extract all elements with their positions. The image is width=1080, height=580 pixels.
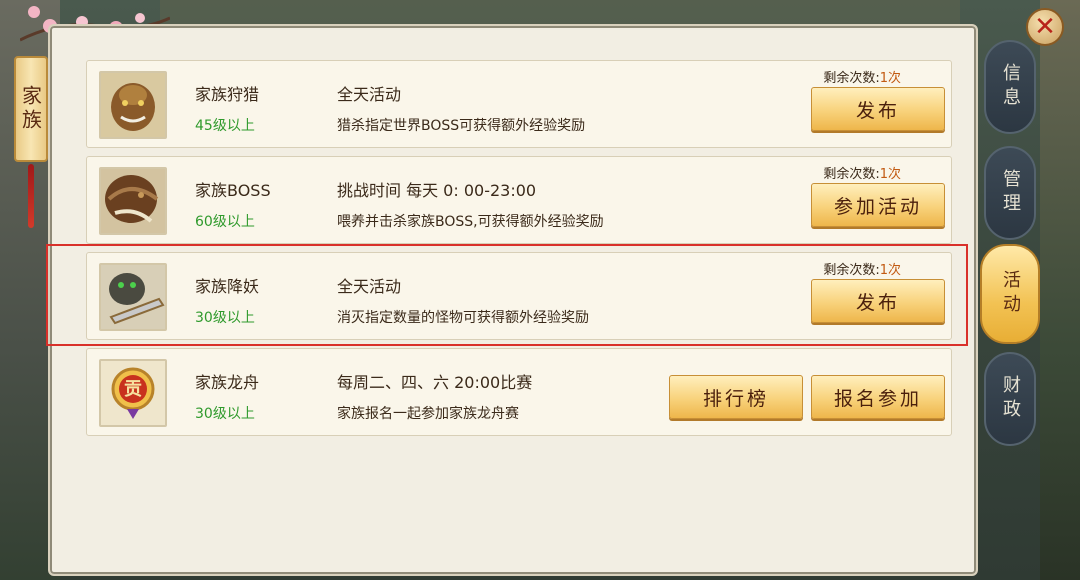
activity-row-boss: 家族BOSS 60级以上 挑战时间 每天 0: 00-23:00 喂养并击杀家族…	[86, 156, 952, 244]
tab-label: 活动	[1000, 270, 1021, 318]
family-tab-label: 家族	[18, 85, 43, 133]
tassel-decoration	[28, 164, 34, 228]
remaining-label: 剩余次数:	[823, 71, 880, 86]
remaining-count: 剩余次数:1次	[823, 163, 901, 182]
monster-portrait-icon	[99, 71, 167, 139]
activity-name: 家族狩猎	[195, 85, 260, 104]
close-button[interactable]: ✕	[1026, 8, 1064, 46]
activity-time: 挑战时间 每天 0: 00-23:00	[337, 181, 537, 200]
background-right-scenery	[1040, 0, 1080, 580]
publish-button[interactable]: 发布	[811, 87, 945, 131]
activity-description: 喂养并击杀家族BOSS,可获得额外经验奖励	[337, 214, 604, 230]
tab-manage[interactable]: 管理	[984, 146, 1036, 240]
activity-description: 猎杀指定世界BOSS可获得额外经验奖励	[337, 118, 586, 134]
join-activity-button[interactable]: 参加活动	[811, 183, 945, 227]
activity-row-dragon-boat: 贡 家族龙舟 30级以上 每周二、四、六 20:00比赛 家族报名一起参加家族龙…	[86, 348, 952, 436]
activity-time: 每周二、四、六 20:00比赛	[337, 373, 533, 392]
tab-label: 信息	[1000, 63, 1021, 111]
badge-text: 贡	[124, 379, 142, 400]
signup-button[interactable]: 报名参加	[811, 375, 945, 419]
tab-info[interactable]: 信息	[984, 40, 1036, 134]
side-tab-bar: 信息 管理 活动 财政	[978, 40, 1044, 560]
activity-row-hunt: 家族狩猎 45级以上 全天活动 猎杀指定世界BOSS可获得额外经验奖励 剩余次数…	[86, 60, 952, 148]
remaining-value: 1次	[879, 167, 901, 182]
tab-label: 财政	[1000, 375, 1021, 423]
remaining-label: 剩余次数:	[823, 167, 880, 182]
activity-time: 全天活动	[337, 85, 402, 104]
tab-activity[interactable]: 活动	[980, 244, 1040, 344]
activity-level: 45级以上	[195, 118, 255, 134]
boss-portrait-icon	[99, 167, 167, 235]
tab-finance[interactable]: 财政	[984, 352, 1036, 446]
selected-activity-highlight	[46, 244, 968, 346]
activity-level: 60级以上	[195, 214, 255, 230]
close-icon: ✕	[1034, 12, 1056, 42]
remaining-count: 剩余次数:1次	[823, 67, 901, 86]
family-tab[interactable]: 家族	[14, 56, 48, 162]
contribution-badge-icon: 贡	[99, 359, 167, 427]
activity-description: 家族报名一起参加家族龙舟赛	[337, 406, 519, 422]
activity-name: 家族BOSS	[195, 181, 271, 200]
leaderboard-button[interactable]: 排行榜	[669, 375, 803, 419]
activity-level: 30级以上	[195, 406, 255, 422]
background-roof	[160, 0, 960, 26]
activity-name: 家族龙舟	[195, 373, 260, 392]
tab-label: 管理	[1000, 169, 1021, 217]
remaining-value: 1次	[879, 71, 901, 86]
